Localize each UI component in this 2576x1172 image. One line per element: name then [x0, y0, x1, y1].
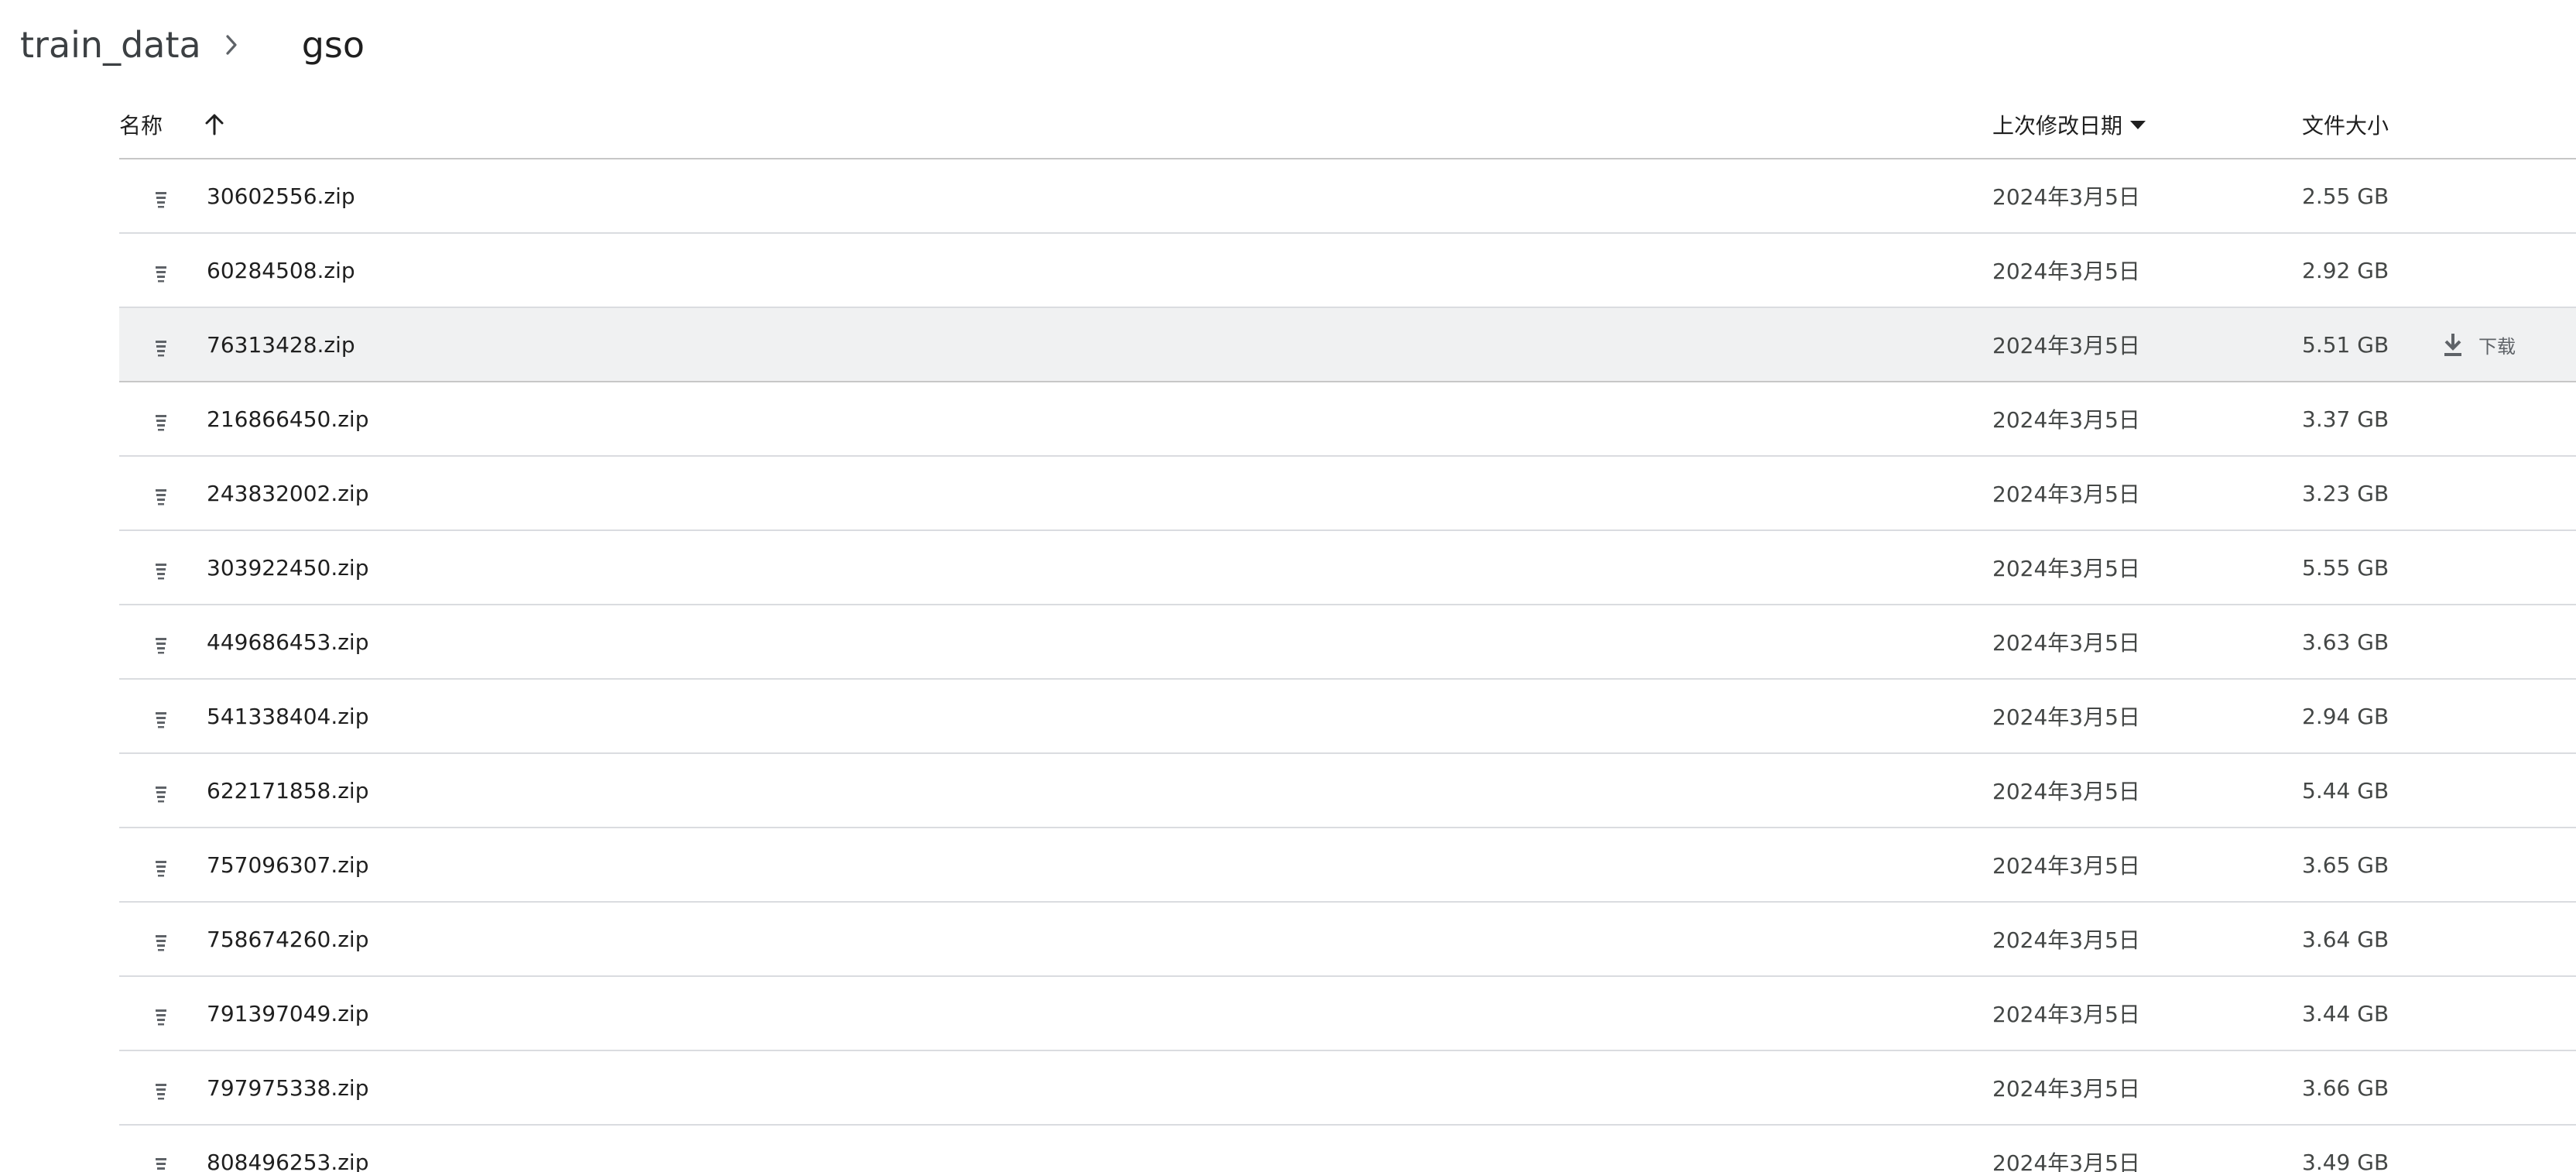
file-browser: train_data gso 名称 上次修改日期 文件大小 30602556.z… — [0, 0, 2576, 1172]
file-size: 5.55 GB — [2302, 554, 2389, 581]
breadcrumb-parent-folder[interactable]: train_data — [20, 24, 201, 66]
download-button[interactable]: 下载 — [2441, 308, 2516, 381]
file-modified-date: 2024年3月5日 — [1992, 853, 2140, 879]
breadcrumb: train_data gso — [20, 17, 365, 73]
download-label: 下载 — [2478, 335, 2516, 358]
file-name[interactable]: 808496253.zip — [207, 1126, 368, 1172]
file-modified-date: 2024年3月5日 — [1992, 779, 2140, 804]
zip-file-icon — [155, 1154, 167, 1171]
file-name[interactable]: 449686453.zip — [207, 605, 368, 678]
file-name[interactable]: 60284508.zip — [207, 234, 355, 307]
file-table: 名称 上次修改日期 文件大小 30602556.zip 2024年3月5日 2.55… — [119, 91, 2576, 1172]
table-row[interactable]: 243832002.zip 2024年3月5日 3.23 GB — [119, 457, 2576, 531]
table-header: 名称 上次修改日期 文件大小 — [119, 91, 2576, 159]
file-size: 5.44 GB — [2302, 777, 2389, 804]
file-size: 3.23 GB — [2302, 480, 2389, 506]
file-size: 2.94 GB — [2302, 703, 2389, 729]
table-row[interactable]: 449686453.zip 2024年3月5日 3.63 GB — [119, 605, 2576, 680]
zip-file-icon — [155, 411, 167, 431]
file-name[interactable]: 757096307.zip — [207, 828, 368, 901]
file-list: 30602556.zip 2024年3月5日 2.55 GB 60284508.zip… — [119, 159, 2576, 1172]
file-modified-date: 2024年3月5日 — [1992, 556, 2140, 581]
chevron-right-icon — [218, 33, 246, 57]
zip-file-icon — [155, 262, 167, 283]
file-name[interactable]: 797975338.zip — [207, 1051, 368, 1124]
file-name[interactable]: 541338404.zip — [207, 680, 368, 752]
file-modified-date: 2024年3月5日 — [1992, 927, 2140, 953]
zip-file-icon — [155, 931, 167, 951]
zip-file-icon — [155, 337, 167, 357]
modified-column-label: 上次修改日期 — [1992, 113, 2123, 139]
file-size: 2.92 GB — [2302, 257, 2389, 283]
file-size: 5.51 GB — [2302, 331, 2389, 358]
file-size: 3.65 GB — [2302, 852, 2389, 878]
file-modified-date: 2024年3月5日 — [1992, 1150, 2140, 1172]
name-column-header[interactable]: 名称 — [119, 91, 228, 158]
table-row[interactable]: 216866450.zip 2024年3月5日 3.37 GB — [119, 382, 2576, 457]
file-size: 3.66 GB — [2302, 1074, 2389, 1101]
file-name[interactable]: 243832002.zip — [207, 457, 368, 529]
size-column-label: 文件大小 — [2302, 113, 2389, 139]
table-row[interactable]: 60284508.zip 2024年3月5日 2.92 GB — [119, 234, 2576, 308]
table-row[interactable]: 808496253.zip 2024年3月5日 3.49 GB — [119, 1126, 2576, 1172]
arrow-up-icon[interactable] — [201, 111, 228, 138]
zip-file-icon — [155, 634, 167, 654]
name-column-label: 名称 — [119, 113, 163, 139]
zip-file-icon — [155, 560, 167, 580]
zip-file-icon — [155, 485, 167, 505]
file-name[interactable]: 303922450.zip — [207, 531, 368, 604]
file-modified-date: 2024年3月5日 — [1992, 1076, 2140, 1102]
file-name[interactable]: 76313428.zip — [207, 308, 355, 381]
file-size: 2.55 GB — [2302, 183, 2389, 209]
file-name[interactable]: 30602556.zip — [207, 159, 355, 232]
caret-down-icon — [2130, 120, 2146, 129]
zip-file-icon — [155, 1080, 167, 1100]
file-modified-date: 2024年3月5日 — [1992, 1002, 2140, 1027]
table-row[interactable]: 541338404.zip 2024年3月5日 2.94 GB — [119, 680, 2576, 754]
file-size: 3.37 GB — [2302, 406, 2389, 432]
download-icon — [2444, 334, 2461, 356]
file-modified-date: 2024年3月5日 — [1992, 333, 2140, 358]
table-row[interactable]: 757096307.zip 2024年3月5日 3.65 GB — [119, 828, 2576, 903]
table-row[interactable]: 30602556.zip 2024年3月5日 2.55 GB — [119, 159, 2576, 234]
table-row[interactable]: 758674260.zip 2024年3月5日 3.64 GB — [119, 903, 2576, 977]
table-row[interactable]: 791397049.zip 2024年3月5日 3.44 GB — [119, 977, 2576, 1051]
zip-file-icon — [155, 188, 167, 208]
file-modified-date: 2024年3月5日 — [1992, 407, 2140, 433]
zip-file-icon — [155, 857, 167, 877]
file-modified-date: 2024年3月5日 — [1992, 630, 2140, 656]
zip-file-icon — [155, 708, 167, 728]
file-size: 3.63 GB — [2302, 629, 2389, 655]
table-row[interactable]: 76313428.zip 2024年3月5日 5.51 GB 下载 — [119, 308, 2576, 382]
file-size: 3.64 GB — [2302, 926, 2389, 952]
table-row[interactable]: 622171858.zip 2024年3月5日 5.44 GB — [119, 754, 2576, 828]
zip-file-icon — [155, 783, 167, 803]
file-modified-date: 2024年3月5日 — [1992, 259, 2140, 284]
file-name[interactable]: 622171858.zip — [207, 754, 368, 827]
file-modified-date: 2024年3月5日 — [1992, 184, 2140, 210]
file-name[interactable]: 758674260.zip — [207, 903, 368, 975]
file-modified-date: 2024年3月5日 — [1992, 481, 2140, 507]
file-size: 3.44 GB — [2302, 1000, 2389, 1026]
file-name[interactable]: 216866450.zip — [207, 382, 368, 455]
file-size: 3.49 GB — [2302, 1149, 2389, 1172]
modified-column-header[interactable]: 上次修改日期 — [1992, 91, 2146, 158]
zip-file-icon — [155, 1006, 167, 1026]
table-row[interactable]: 303922450.zip 2024年3月5日 5.55 GB — [119, 531, 2576, 605]
file-modified-date: 2024年3月5日 — [1992, 704, 2140, 730]
file-name[interactable]: 791397049.zip — [207, 977, 368, 1050]
breadcrumb-current-folder[interactable]: gso — [302, 24, 365, 66]
size-column-header: 文件大小 — [2302, 91, 2389, 158]
table-row[interactable]: 797975338.zip 2024年3月5日 3.66 GB — [119, 1051, 2576, 1126]
